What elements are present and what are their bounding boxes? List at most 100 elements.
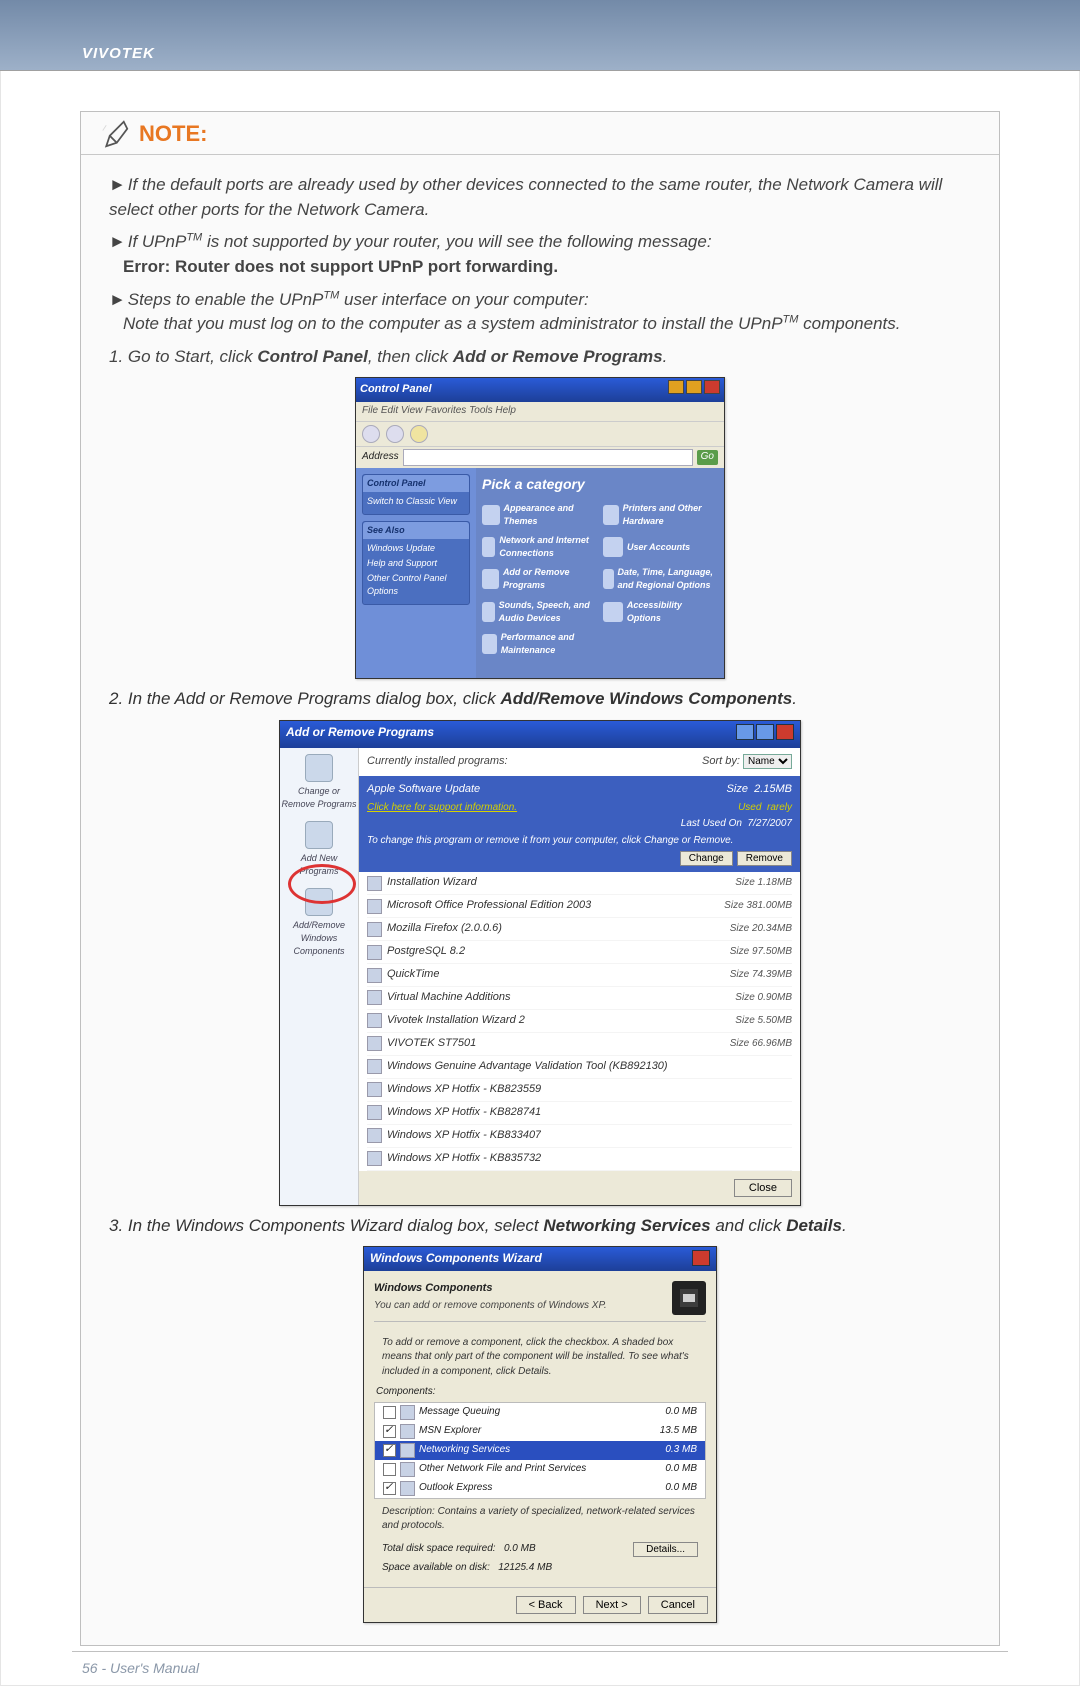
checkbox[interactable] bbox=[383, 1406, 396, 1419]
step1-d: . bbox=[663, 347, 668, 366]
folder-up-icon[interactable] bbox=[410, 425, 428, 443]
note-icon bbox=[99, 118, 131, 150]
wz-title: Windows Components Wizard bbox=[370, 1250, 542, 1267]
cp-menubar[interactable]: File Edit View Favorites Tools Help bbox=[356, 402, 724, 421]
close-icon[interactable] bbox=[692, 1250, 710, 1266]
cp-side-link[interactable]: Other Control Panel Options bbox=[367, 572, 465, 598]
step3-e: . bbox=[842, 1216, 847, 1235]
arp-side-add-new[interactable]: Add New Programs bbox=[280, 821, 358, 878]
arp-row[interactable]: Windows XP Hotfix - KB823559 bbox=[367, 1079, 792, 1102]
window-controls[interactable] bbox=[666, 380, 720, 400]
arp-row[interactable]: VIVOTEK ST7501Size 66.96MB bbox=[367, 1033, 792, 1056]
cp-side-link[interactable]: Help and Support bbox=[367, 557, 465, 570]
cp-toolbar[interactable] bbox=[356, 421, 724, 446]
cp-category[interactable]: Date, Time, Language, and Regional Optio… bbox=[603, 566, 718, 592]
arp-row[interactable]: Vivotek Installation Wizard 2Size 5.50MB bbox=[367, 1010, 792, 1033]
note-bullet-2-bold: Error: Router does not support UPnP port… bbox=[123, 255, 558, 280]
arp-row[interactable]: Windows XP Hotfix - KB828741 bbox=[367, 1102, 792, 1125]
arp-row[interactable]: Windows XP Hotfix - KB835732 bbox=[367, 1148, 792, 1171]
wz-diskavail: 12125.4 MB bbox=[498, 1562, 552, 1573]
window-controls[interactable] bbox=[734, 724, 794, 745]
program-icon bbox=[367, 876, 382, 891]
go-button[interactable]: Go bbox=[697, 450, 718, 465]
wz-component-row[interactable]: Other Network File and Print Services0.0… bbox=[375, 1460, 705, 1479]
program-icon bbox=[367, 945, 382, 960]
change-remove-icon bbox=[305, 754, 333, 782]
arp-row[interactable]: Windows Genuine Advantage Validation Too… bbox=[367, 1056, 792, 1079]
cp-switch-classic-link[interactable]: Switch to Classic View bbox=[367, 495, 465, 508]
arp-close-button[interactable]: Close bbox=[734, 1179, 792, 1197]
arp-side-change-remove[interactable]: Change or Remove Programs bbox=[280, 754, 358, 811]
checkbox[interactable] bbox=[383, 1463, 396, 1476]
wz-details-button[interactable]: Details... bbox=[633, 1542, 698, 1557]
arp-row[interactable]: PostgreSQL 8.2Size 97.50MB bbox=[367, 941, 792, 964]
arp-sortby-label: Sort by: bbox=[702, 755, 740, 767]
arp-row[interactable]: QuickTimeSize 74.39MB bbox=[367, 964, 792, 987]
program-icon bbox=[367, 1036, 382, 1051]
category-icon bbox=[603, 569, 614, 589]
checkbox[interactable] bbox=[383, 1444, 396, 1457]
note-title: NOTE: bbox=[139, 121, 207, 147]
wz-component-row[interactable]: MSN Explorer13.5 MB bbox=[375, 1422, 705, 1441]
category-icon bbox=[482, 602, 495, 622]
forward-icon[interactable] bbox=[386, 425, 404, 443]
tm: TM bbox=[323, 289, 339, 301]
arp-side-windows-components[interactable]: Add/Remove Windows Components bbox=[280, 888, 358, 958]
footer-divider bbox=[72, 1651, 1008, 1652]
component-icon bbox=[400, 1462, 415, 1477]
checkbox[interactable] bbox=[383, 1425, 396, 1438]
add-remove-programs-window: Add or Remove Programs Change or Remove … bbox=[279, 720, 801, 1206]
wz-diskreq: 0.0 MB bbox=[504, 1543, 536, 1554]
wz-component-row[interactable]: Outlook Express0.0 MB bbox=[375, 1479, 705, 1498]
arp-selected-item[interactable]: Apple Software UpdateSize 2.15MB Click h… bbox=[359, 776, 800, 872]
arp-row[interactable]: Windows XP Hotfix - KB833407 bbox=[367, 1125, 792, 1148]
cp-category[interactable]: Printers and Other Hardware bbox=[603, 502, 718, 528]
arp-sort-select[interactable]: Name bbox=[743, 754, 792, 769]
checkbox[interactable] bbox=[383, 1482, 396, 1495]
arp-row[interactable]: Installation WizardSize 1.18MB bbox=[367, 872, 792, 895]
step3-b: Networking Services bbox=[543, 1216, 710, 1235]
component-icon bbox=[400, 1405, 415, 1420]
arp-change-button[interactable]: Change bbox=[680, 851, 733, 866]
component-icon bbox=[400, 1443, 415, 1458]
cp-category[interactable]: Add or Remove Programs bbox=[482, 566, 597, 592]
wz-component-row-selected[interactable]: Networking Services0.3 MB bbox=[375, 1441, 705, 1460]
arp-remove-button[interactable]: Remove bbox=[737, 851, 792, 866]
cp-category[interactable]: Network and Internet Connections bbox=[482, 534, 597, 560]
note-block: NOTE: ► If the default ports are already… bbox=[80, 111, 1000, 1646]
arrow-icon: ► bbox=[109, 230, 123, 255]
address-field[interactable] bbox=[403, 449, 693, 466]
step3-c: and click bbox=[711, 1216, 787, 1235]
category-icon bbox=[603, 602, 623, 622]
arp-curr-label: Currently installed programs: bbox=[367, 754, 508, 770]
arp-row[interactable]: Mozilla Firefox (2.0.0.6)Size 20.34MB bbox=[367, 918, 792, 941]
category-icon bbox=[482, 569, 499, 589]
cp-category[interactable]: Appearance and Themes bbox=[482, 502, 597, 528]
arrow-icon: ► bbox=[109, 288, 123, 313]
cp-category[interactable]: Accessibility Options bbox=[603, 599, 718, 625]
wz-next-button[interactable]: Next > bbox=[583, 1596, 641, 1614]
program-icon bbox=[367, 1128, 382, 1143]
program-icon bbox=[367, 1151, 382, 1166]
step3-a: 3. In the Windows Components Wizard dial… bbox=[109, 1216, 543, 1235]
component-icon bbox=[400, 1424, 415, 1439]
cp-category[interactable]: Performance and Maintenance bbox=[482, 631, 597, 657]
arp-title: Add or Remove Programs bbox=[286, 724, 434, 745]
page-footer: 56 - User's Manual bbox=[82, 1660, 199, 1676]
cp-category[interactable]: User Accounts bbox=[603, 534, 718, 560]
cp-category[interactable]: Sounds, Speech, and Audio Devices bbox=[482, 599, 597, 625]
program-icon bbox=[367, 990, 382, 1005]
component-icon bbox=[400, 1481, 415, 1496]
components-wizard-window: Windows Components Wizard Windows Compon… bbox=[363, 1246, 717, 1623]
arp-row[interactable]: Microsoft Office Professional Edition 20… bbox=[367, 895, 792, 918]
wz-back-button[interactable]: < Back bbox=[516, 1596, 576, 1614]
cp-side-link[interactable]: Windows Update bbox=[367, 542, 465, 555]
wz-subheading: You can add or remove components of Wind… bbox=[374, 1299, 607, 1314]
wz-component-row[interactable]: Message Queuing0.0 MB bbox=[375, 1403, 705, 1422]
program-icon bbox=[367, 1059, 382, 1074]
cp-title: Control Panel bbox=[360, 382, 432, 398]
back-icon[interactable] bbox=[362, 425, 380, 443]
wz-cancel-button[interactable]: Cancel bbox=[648, 1596, 708, 1614]
arp-row[interactable]: Virtual Machine AdditionsSize 0.90MB bbox=[367, 987, 792, 1010]
brand-label: VIVOTEK bbox=[82, 45, 155, 62]
